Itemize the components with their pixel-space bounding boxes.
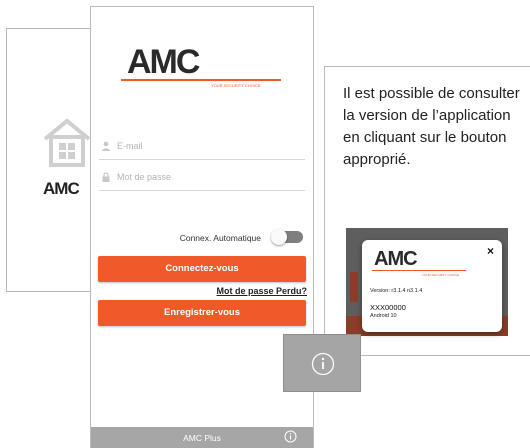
password-placeholder: Mot de passe — [117, 172, 172, 182]
close-icon[interactable]: × — [487, 244, 494, 258]
login-button[interactable]: Connectez-vous — [98, 256, 306, 282]
auto-connect-row: Connex. Automatique — [99, 227, 305, 247]
bottom-bar: AMC Plus — [91, 427, 313, 448]
info-icon[interactable] — [284, 430, 297, 443]
register-button[interactable]: Enregistrer-vous — [98, 300, 306, 326]
auto-connect-label: Connex. Automatique — [179, 233, 261, 243]
login-screen: AMC YOUR SECURITY CHOICE E-mail Mot de p… — [90, 6, 314, 448]
info-icon — [311, 352, 335, 376]
splash-logo: AMC — [43, 179, 80, 198]
email-field[interactable]: E-mail — [99, 135, 305, 160]
serial-text: XXX00000 — [370, 303, 406, 312]
info-button-callout[interactable] — [283, 334, 361, 392]
password-field[interactable]: Mot de passe — [99, 166, 305, 191]
background-button — [350, 272, 358, 302]
user-icon — [101, 141, 111, 151]
android-version-text: Android 10 — [370, 313, 397, 319]
logo-tagline: YOUR SECURITY CHOICE — [211, 83, 261, 88]
lock-icon — [101, 172, 111, 182]
version-text: Version: r3.1.4 n3.1.4 — [370, 288, 423, 294]
auto-connect-toggle[interactable] — [271, 229, 303, 245]
version-dialog: AMC YOUR SECURITY CHOICE × Version: r3.1… — [362, 240, 502, 332]
email-placeholder: E-mail — [117, 141, 143, 151]
callout-line — [361, 355, 530, 356]
logo-underline — [121, 79, 281, 81]
dialog-logo-tagline: YOUR SECURITY CHOICE — [422, 273, 460, 277]
logo-text: AMC — [127, 43, 200, 81]
explanation-text: Il est possible de consulter la version … — [343, 85, 520, 168]
splash-screen: AMC — [6, 28, 92, 292]
dialog-logo-underline — [372, 270, 466, 271]
dialog-logo: AMC — [374, 248, 418, 270]
toggle-knob — [271, 229, 287, 245]
house-icon — [43, 118, 91, 167]
amc-logo: AMC YOUR SECURITY CHOICE — [91, 7, 313, 117]
app-name: AMC Plus — [183, 433, 221, 443]
forgot-password-link[interactable]: Mot de passe Perdu? — [216, 286, 307, 296]
